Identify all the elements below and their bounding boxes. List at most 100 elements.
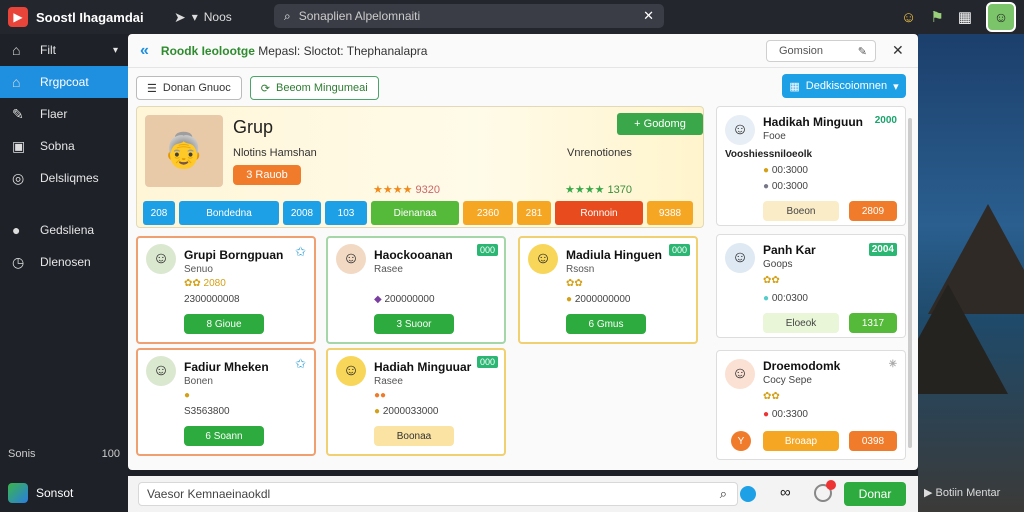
bottom-right-label[interactable]: ▶ Botiin Mentar: [924, 486, 1000, 499]
panel-search-input[interactable]: Gomsion ✎: [766, 40, 876, 62]
sidebar-item-delsliqmes[interactable]: ◎ Delsliqmes: [0, 162, 128, 194]
card-action-button[interactable]: 3 Suoor: [374, 314, 454, 334]
donan-label: Donan Gnuoc: [162, 82, 231, 94]
group-card[interactable]: ☺ Madiula Hinguen 000 Rsosn ✿✿ ● 2000000…: [518, 236, 698, 344]
tab[interactable]: 103: [325, 201, 367, 225]
sidebar-item-dlenosen[interactable]: ◷ Dlenosen: [0, 246, 128, 278]
tab[interactable]: Ronnoin: [555, 201, 643, 225]
send-button[interactable]: Donar: [844, 482, 906, 506]
group-card[interactable]: ☺ Hadiah Minguuar 000 Rasee ●● ● 2000033…: [326, 348, 506, 456]
chevron-down-icon[interactable]: ▾: [192, 10, 198, 24]
message-placeholder: Vaesor Kemnaeinaokdl: [147, 487, 271, 501]
avatar: ☺: [528, 244, 558, 274]
top-right-actions: ☺ ⚑ ▦ ☺: [901, 2, 1016, 32]
card-stat: ◆ 200000000: [374, 294, 435, 305]
avatar: ☺: [336, 356, 366, 386]
sidebar-item-flaer[interactable]: ✎ Flaer: [0, 98, 128, 130]
tab[interactable]: 2360: [463, 201, 513, 225]
rating-left: ★★★★ 9320: [373, 183, 440, 196]
hero-subtitle: Nlotins Hamshan: [233, 147, 317, 159]
search-input[interactable]: ⌕ Sonaplien Alpelomnaiti ✕: [274, 4, 664, 28]
scrollbar[interactable]: [908, 118, 912, 448]
clock-icon: ◷: [12, 253, 25, 270]
grid-icon[interactable]: ▦: [958, 8, 972, 26]
beeom-button[interactable]: ⟳ Beeom Mingumeai: [249, 76, 379, 100]
card-name: Hadikah Minguun: [763, 115, 863, 129]
score-badge[interactable]: 0398: [849, 431, 897, 451]
sidebar-item-label: Delsliqmes: [40, 171, 99, 185]
card-badge: 000: [476, 244, 498, 256]
notification-icon[interactable]: ⚑: [930, 8, 943, 26]
link-icon[interactable]: ∞: [780, 484, 791, 501]
score-badge[interactable]: 1317: [849, 313, 897, 333]
tab[interactable]: Bondedna: [179, 201, 279, 225]
tab[interactable]: 9388: [647, 201, 693, 225]
broaap-button[interactable]: Broaap: [763, 431, 839, 451]
sidebar: ⌂ Filt ▾ ⌂ Rrgpcoat ✎ Flaer ▣ Sobna ◎ De…: [0, 34, 128, 512]
emoji-icon[interactable]: ☺: [901, 9, 916, 26]
boeon-button[interactable]: Boeon: [763, 201, 839, 221]
card-action-button[interactable]: 8 Gioue: [184, 314, 264, 334]
breadcrumb-root[interactable]: Roodk Ieolootge: [161, 44, 255, 58]
avatar: ☺: [146, 356, 176, 386]
coins-icon: ●: [184, 390, 191, 401]
tab[interactable]: Dienanaa: [371, 201, 459, 225]
user-avatar[interactable]: ☺: [986, 2, 1016, 32]
right-card[interactable]: ☺ Hadikah Minguun 2000 Fooe Vooshiessnil…: [716, 106, 906, 226]
card-action-button[interactable]: 6 Gmus: [566, 314, 646, 334]
back-icon[interactable]: «: [140, 42, 149, 60]
background-scenery: [918, 34, 1024, 512]
card-badge: 000: [476, 356, 498, 368]
nav-label[interactable]: Noos: [204, 10, 232, 24]
card-stat: ● 00:0300: [763, 293, 808, 304]
card-subtitle: Fooe: [763, 131, 786, 142]
hero-card: 👵 Grup Nlotins Hamshan Vnrenotiones 3 Ra…: [136, 106, 704, 228]
bottom-right-text: Botiin Mentar: [935, 487, 1001, 499]
group-card[interactable]: ☺ Grupi Borngpuan ✩ Senuo ✿✿ 2080 230000…: [136, 236, 316, 344]
tab[interactable]: 2008: [283, 201, 321, 225]
tab[interactable]: 208: [143, 201, 175, 225]
dedkiscoiomnen-button[interactable]: ▦ Dedkiscoiomnen ▾: [782, 74, 906, 98]
search-icon[interactable]: ⌕: [720, 486, 727, 502]
hero-tab-bar: 208 Bondedna 2008 103 Dienanaa 2360 281 …: [143, 201, 693, 225]
coins-icon: ✿✿: [763, 391, 780, 402]
message-input[interactable]: Vaesor Kemnaeinaokdl ⌕: [138, 482, 738, 506]
star-icon[interactable]: ✩: [295, 244, 306, 260]
sidebar-item-gedsliena[interactable]: ● Gedsliena: [0, 214, 128, 246]
dedkiscoiomnen-label: Dedkiscoiomnen: [805, 80, 888, 92]
sidebar-item-sobna[interactable]: ▣ Sobna: [0, 130, 128, 162]
close-icon[interactable]: ✕: [643, 8, 654, 24]
sidebar-item-active[interactable]: ⌂ Rrgpcoat: [0, 66, 128, 98]
donan-button[interactable]: ☰ Donan Gnuoc: [136, 76, 242, 100]
book-icon: ▣: [12, 137, 26, 154]
sidebar-bottom-item[interactable]: Sonsot: [0, 474, 128, 512]
godomg-button[interactable]: + Godomg: [617, 113, 703, 135]
stars-icon: ★★★★: [373, 184, 413, 196]
star-icon[interactable]: ✩: [295, 356, 306, 372]
card-action-button[interactable]: Boonaa: [374, 426, 454, 446]
card-stat: ● 00:3000: [763, 181, 808, 192]
edit-icon[interactable]: ✎: [858, 45, 867, 58]
tab[interactable]: 281: [517, 201, 551, 225]
group-card[interactable]: ☺ Haockooanan 000 Rasee ◆ 200000000 3 Su…: [326, 236, 506, 344]
score-badge[interactable]: 2809: [849, 201, 897, 221]
trophy-icon[interactable]: Y: [731, 431, 751, 451]
card-name: Panh Kar: [763, 243, 816, 257]
close-icon[interactable]: ✕: [892, 42, 904, 59]
app-logo-icon[interactable]: ▶: [8, 7, 28, 27]
card-action-button[interactable]: 6 Soann: [184, 426, 264, 446]
footer-left: Sonis: [8, 448, 36, 460]
main-panel: « Roodk Ieolootge Mepasl: Sloctot: Theph…: [128, 34, 918, 470]
right-card[interactable]: ☺ Panh Kar 2004 Goops ✿✿ ● 00:0300 Eloeo…: [716, 234, 906, 338]
right-card[interactable]: ☺ Droemodomk ✳ Cocy Sepe ✿✿ ● 00:3300 Y …: [716, 350, 906, 460]
cursor-icon[interactable]: ➤: [174, 9, 186, 26]
sidebar-item-filt[interactable]: ⌂ Filt ▾: [0, 34, 128, 66]
card-stat: ● 2000000000: [566, 294, 630, 305]
emoji-icon[interactable]: [740, 486, 756, 502]
eloeok-button[interactable]: Eloeok: [763, 313, 839, 333]
group-card[interactable]: ☺ Fadiur Mheken ✩ Bonen ● S3563800 6 Soa…: [136, 348, 316, 456]
mountain-shape: [918, 284, 1008, 394]
gem-icon: ●: [763, 181, 770, 192]
rauob-button[interactable]: 3 Rauob: [233, 165, 301, 185]
sidebar-item-label: Gedsliena: [40, 223, 95, 237]
